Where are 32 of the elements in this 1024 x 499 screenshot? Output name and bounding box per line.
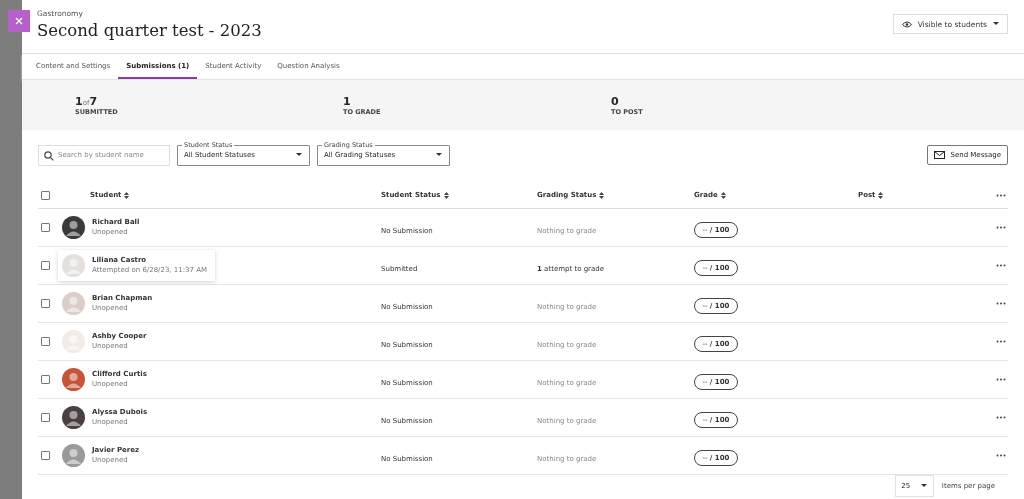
row-checkbox[interactable] — [41, 375, 50, 384]
row-checkbox[interactable] — [41, 299, 50, 308]
row-checkbox[interactable] — [41, 261, 50, 270]
stat-value: 1 — [343, 94, 352, 108]
more-icon[interactable] — [996, 226, 1006, 229]
sort-icon — [878, 191, 884, 199]
more-icon[interactable] — [996, 340, 1006, 343]
stat-value: 0 — [611, 94, 620, 108]
row-checkbox[interactable] — [41, 223, 50, 232]
envelope-icon — [934, 151, 946, 159]
caret-icon — [296, 153, 302, 157]
more-icon[interactable] — [996, 416, 1006, 419]
sort-icon — [443, 191, 449, 199]
more-icon[interactable] — [996, 378, 1006, 381]
caret-icon — [921, 484, 928, 488]
row-checkbox[interactable] — [41, 451, 50, 460]
caret-icon — [993, 22, 999, 26]
more-icon[interactable] — [996, 302, 1006, 305]
sort-icon — [124, 191, 130, 199]
sort-icon — [599, 191, 605, 199]
row-checkbox[interactable] — [41, 337, 50, 346]
row-checkbox[interactable] — [41, 413, 50, 422]
more-icon[interactable] — [996, 454, 1006, 457]
select-all-checkbox[interactable] — [41, 190, 50, 200]
page-title: Second quarter test - 2023 — [37, 21, 262, 40]
close-icon — [15, 17, 23, 25]
sort-icon — [720, 191, 726, 199]
more-icon[interactable] — [996, 193, 1006, 197]
eye-icon — [901, 20, 912, 28]
more-icon[interactable] — [996, 264, 1006, 267]
close-button[interactable] — [8, 10, 30, 32]
caret-icon — [436, 153, 442, 157]
